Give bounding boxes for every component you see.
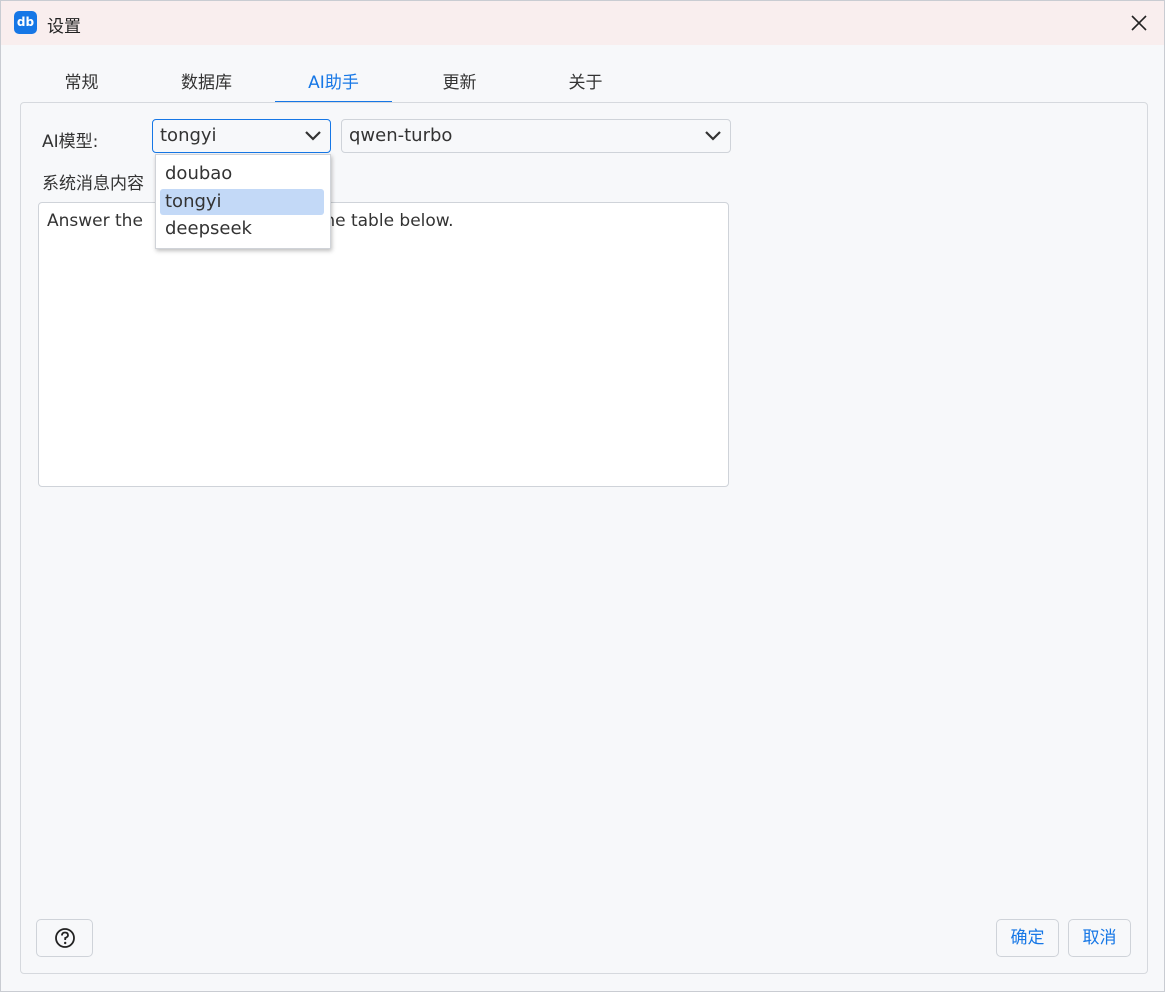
help-button[interactable] — [36, 919, 93, 957]
tab-update[interactable]: 更新 — [401, 65, 518, 101]
system-message-text-start: Answer the — [47, 211, 149, 231]
window-title: 设置 — [47, 17, 81, 37]
chevron-down-icon — [305, 131, 321, 141]
dropdown-option-tongyi[interactable]: tongyi — [160, 189, 324, 215]
system-message-text-end: he table below. — [324, 211, 454, 231]
system-message-label: 系统消息内容 — [42, 174, 144, 194]
tab-ai-assistant[interactable]: AI助手 — [275, 65, 392, 103]
help-icon — [55, 928, 75, 948]
model-select[interactable]: qwen-turbo — [341, 119, 731, 153]
app-logo-icon: db — [14, 11, 37, 34]
chevron-down-icon — [705, 131, 721, 141]
tab-database[interactable]: 数据库 — [148, 65, 265, 101]
dropdown-option-doubao[interactable]: doubao — [160, 161, 324, 187]
provider-select-value: tongyi — [160, 125, 217, 146]
close-icon — [1131, 15, 1147, 31]
tab-bar: 常规 数据库 AI助手 更新 关于 — [21, 65, 661, 103]
system-message-textarea[interactable]: Answer the he table below. — [38, 202, 729, 487]
title-bar: db 设置 — [1, 1, 1164, 45]
tab-general[interactable]: 常规 — [23, 65, 140, 101]
ai-model-label: AI模型: — [42, 132, 99, 152]
settings-window: db 设置 常规 数据库 AI助手 更新 关于 AI模型: tongyi qwe… — [0, 0, 1165, 992]
close-button[interactable] — [1128, 12, 1150, 34]
dropdown-option-deepseek[interactable]: deepseek — [160, 216, 324, 242]
cancel-button[interactable]: 取消 — [1068, 919, 1131, 957]
provider-dropdown-list: doubao tongyi deepseek — [155, 154, 331, 249]
provider-select[interactable]: tongyi — [152, 119, 331, 153]
tab-about[interactable]: 关于 — [527, 65, 644, 101]
model-select-value: qwen-turbo — [349, 125, 453, 146]
confirm-button[interactable]: 确定 — [996, 919, 1059, 957]
